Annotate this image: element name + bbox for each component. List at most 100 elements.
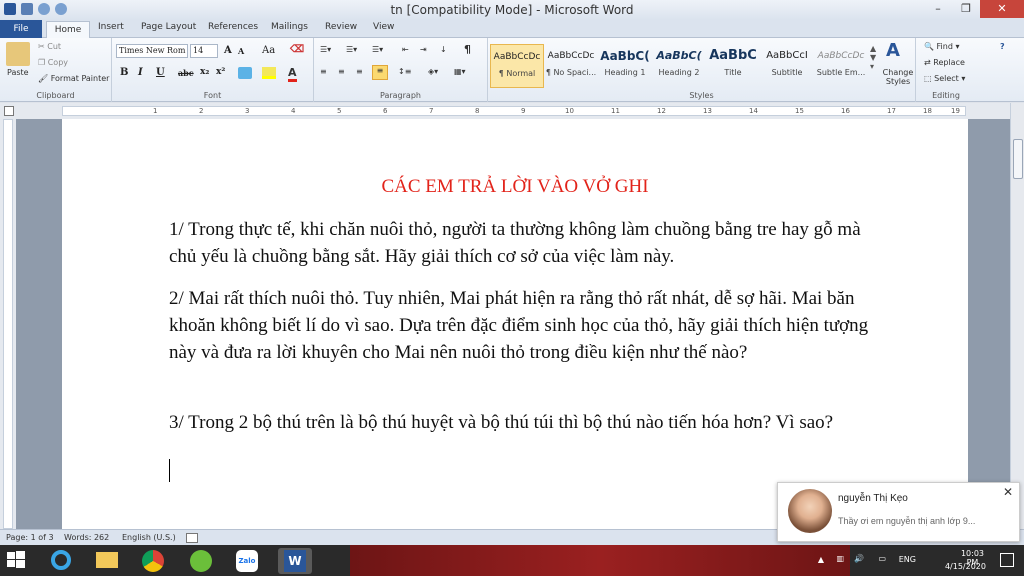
tab-file[interactable]: File	[0, 20, 42, 38]
justify-icon[interactable]: ≡	[372, 65, 388, 80]
font-size-select[interactable]: 14	[190, 44, 218, 58]
sort-icon[interactable]: ↓	[440, 45, 447, 54]
notification-icon[interactable]	[1000, 553, 1014, 567]
zalo-label: Zalo	[236, 550, 258, 572]
style-subtle-emphasis[interactable]: AaBbCcDc Subtle Em...	[814, 44, 868, 88]
line-spacing-icon[interactable]: ↕≡	[398, 67, 411, 76]
volume-icon[interactable]: 🔊	[854, 554, 864, 563]
notification-message: Thầy ơi em nguyễn thị anh lớp 9...	[838, 516, 976, 526]
file-explorer-icon[interactable]	[90, 548, 124, 574]
borders-icon[interactable]: ▦▾	[454, 67, 466, 76]
align-right-icon[interactable]: ≡	[356, 67, 363, 76]
shading-icon[interactable]: ◈▾	[428, 67, 438, 76]
font-color-icon[interactable]: A	[288, 66, 297, 82]
paragraph-group: ☰▾ ☰▾ ☰▾ ⇤ ⇥ ↓ ¶ ≡ ≡ ≡ ≡ ↕≡ ◈▾ ▦▾ Paragr…	[314, 38, 488, 102]
find-button[interactable]: 🔍 Find ▾	[924, 42, 959, 51]
align-left-icon[interactable]: ≡	[320, 67, 327, 76]
zalo-icon[interactable]: Zalo	[230, 548, 264, 574]
align-center-icon[interactable]: ≡	[338, 67, 345, 76]
replace-button[interactable]: ⇄ Replace	[924, 58, 965, 67]
language-indicator[interactable]: ENG	[899, 555, 916, 564]
tab-mailings[interactable]: Mailings	[271, 22, 308, 32]
app-icon[interactable]	[184, 548, 218, 574]
tab-home[interactable]: Home	[46, 21, 90, 39]
word-taskbar-icon[interactable]: W	[278, 548, 312, 574]
bullets-icon[interactable]: ☰▾	[320, 45, 331, 54]
format-painter-button[interactable]: 🖌 Format Painter	[38, 74, 109, 83]
change-case-button[interactable]: Aa	[262, 45, 275, 56]
text-effects-icon[interactable]	[238, 67, 252, 79]
close-notification-button[interactable]: ✕	[1003, 485, 1013, 499]
styles-scroll-icon[interactable]: ▲ ▼ ▾	[870, 44, 876, 71]
bold-button[interactable]: B	[120, 67, 128, 78]
style-title[interactable]: AaBbC Title	[706, 44, 760, 88]
change-styles-button[interactable]: Change Styles	[882, 68, 914, 86]
start-icon[interactable]	[4, 548, 34, 574]
italic-button[interactable]: I	[138, 67, 143, 78]
clear-formatting-icon[interactable]: ⌫	[290, 44, 304, 55]
select-button[interactable]: ⬚ Select ▾	[924, 74, 965, 83]
desktop-wallpaper	[350, 545, 850, 576]
cut-label: Cut	[47, 42, 62, 51]
style-name: ¶ Normal	[498, 69, 536, 78]
ruler-tick: 3	[245, 107, 250, 115]
minimize-button[interactable]: –	[924, 0, 952, 18]
paste-icon[interactable]	[6, 42, 30, 66]
tray-arrow-icon[interactable]: ▲	[818, 555, 824, 564]
style-no-spacing[interactable]: AaBbCcDc ¶ No Spaci...	[544, 44, 598, 88]
strikethrough-button[interactable]: abc	[178, 68, 194, 78]
numbering-icon[interactable]: ☰▾	[346, 45, 357, 54]
maximize-button[interactable]: ❐	[952, 0, 980, 18]
language[interactable]: English (U.S.)	[122, 533, 176, 542]
tab-page-layout[interactable]: Page Layout	[141, 22, 196, 32]
style-heading-1[interactable]: AaBbC(Heading 1	[598, 44, 652, 88]
document-page[interactable]: CÁC EM TRẢ LỜI VÀO VỞ GHI 1/ Trong thực …	[62, 119, 968, 529]
tab-selector-icon[interactable]	[4, 106, 14, 116]
style-name: Title	[724, 68, 742, 77]
ruler-tick: 9	[521, 107, 526, 115]
subscript-button[interactable]: x₂	[200, 67, 209, 77]
help-icon[interactable]: ?	[1000, 42, 1005, 51]
notification-toast[interactable]: nguyễn Thị Kẹo Thầy ơi em nguyễn thị anh…	[777, 482, 1020, 542]
paste-button[interactable]: Paste	[7, 68, 29, 77]
close-button[interactable]: ✕	[980, 0, 1024, 18]
decrease-indent-icon[interactable]: ⇤	[402, 45, 409, 54]
network-icon[interactable]: ▥	[836, 554, 844, 563]
vertical-scrollbar[interactable]	[1010, 103, 1024, 529]
keyboard-icon[interactable]: ▭	[878, 554, 886, 563]
tab-references[interactable]: References	[208, 22, 258, 32]
vertical-ruler[interactable]	[0, 119, 16, 529]
show-formatting-icon[interactable]: ¶	[464, 43, 471, 56]
superscript-button[interactable]: x²	[216, 67, 225, 77]
macro-record-icon[interactable]	[186, 533, 198, 543]
internet-explorer-icon[interactable]	[44, 548, 78, 574]
style-heading-2[interactable]: AaBbC(Heading 2	[652, 44, 706, 88]
cut-button[interactable]: ✂ Cut	[38, 42, 61, 51]
font-name-select[interactable]: Times New Rom	[116, 44, 188, 58]
avatar	[788, 489, 832, 533]
clock-date[interactable]: 4/15/2020	[945, 562, 986, 571]
ruler-bar: 1 2 3 4 5 6 7 8 9 10 11 12 13 14 15 16 1…	[62, 106, 966, 116]
shrink-font-button[interactable]: A	[238, 46, 244, 56]
increase-indent-icon[interactable]: ⇥	[420, 45, 427, 54]
tab-review[interactable]: Review	[325, 22, 357, 32]
question-1: 1/ Trong thực tế, khi chăn nuôi thỏ, ngư…	[169, 219, 861, 267]
multilevel-list-icon[interactable]: ☰▾	[372, 45, 383, 54]
style-subtitle[interactable]: AaBbCcI Subtitle	[760, 44, 814, 88]
vertical-ruler-bar	[3, 119, 13, 529]
scrollbar-thumb[interactable]	[1013, 139, 1023, 179]
tab-view[interactable]: View	[373, 22, 394, 32]
underline-button[interactable]: U	[156, 67, 165, 78]
change-styles-icon[interactable]: A	[886, 40, 900, 61]
chrome-icon[interactable]	[136, 548, 170, 574]
style-name: Subtitle	[771, 68, 803, 77]
page-count[interactable]: Page: 1 of 3	[6, 533, 54, 542]
highlight-icon[interactable]	[262, 67, 276, 79]
style-normal[interactable]: AaBbCcDc ¶ Normal	[490, 44, 544, 88]
grow-font-button[interactable]: A	[224, 45, 232, 56]
tab-insert[interactable]: Insert	[98, 22, 124, 32]
horizontal-ruler[interactable]: 1 2 3 4 5 6 7 8 9 10 11 12 13 14 15 16 1…	[0, 103, 1024, 119]
word-count[interactable]: Words: 262	[64, 533, 109, 542]
copy-button[interactable]: ❐ Copy	[38, 58, 68, 67]
style-name: Heading 1	[604, 68, 646, 77]
